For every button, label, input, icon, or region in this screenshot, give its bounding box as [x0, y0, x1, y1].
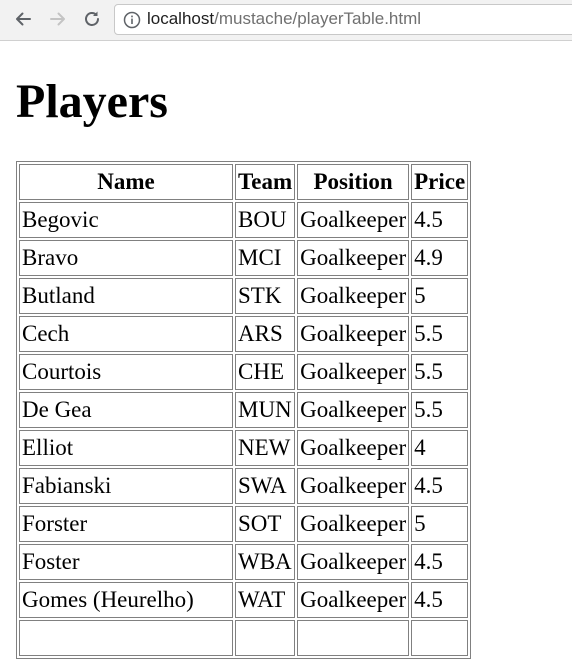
- url-text[interactable]: localhost/mustache/playerTable.html: [147, 9, 421, 29]
- table-row: Foster WBA Goalkeeper 4.5: [19, 544, 469, 580]
- arrow-right-icon: [50, 12, 65, 26]
- cell-name: De Gea: [19, 392, 233, 428]
- cell-position: Goalkeeper: [297, 392, 410, 428]
- column-header-price: Price: [411, 164, 469, 200]
- table-row: Butland STK Goalkeeper 5: [19, 278, 469, 314]
- cell-price: 4.9: [411, 240, 469, 276]
- info-icon[interactable]: [123, 11, 141, 29]
- column-header-position: Position: [297, 164, 410, 200]
- cell-price: [411, 620, 469, 656]
- cell-team: WAT: [235, 582, 296, 618]
- cell-name: Foster: [19, 544, 233, 580]
- url-host: localhost: [147, 9, 215, 28]
- cell-price: 5: [411, 278, 469, 314]
- cell-position: Goalkeeper: [297, 468, 410, 504]
- cell-position: Goalkeeper: [297, 278, 410, 314]
- cell-team: NEW: [235, 430, 296, 466]
- cell-price: 5: [411, 506, 469, 542]
- column-header-name: Name: [19, 164, 233, 200]
- cell-position: Goalkeeper: [297, 316, 410, 352]
- cell-price: 5.5: [411, 316, 469, 352]
- cell-position: [297, 620, 410, 656]
- table-header-row: Name Team Position Price: [19, 164, 469, 200]
- arrow-left-icon: [16, 12, 31, 26]
- cell-position: Goalkeeper: [297, 240, 410, 276]
- table-row: [19, 620, 469, 656]
- cell-price: 4: [411, 430, 469, 466]
- table-row: Begovic BOU Goalkeeper 4.5: [19, 202, 469, 238]
- cell-team: WBA: [235, 544, 296, 580]
- table-row: Bravo MCI Goalkeeper 4.9: [19, 240, 469, 276]
- cell-team: SWA: [235, 468, 296, 504]
- cell-name: Bravo: [19, 240, 233, 276]
- table-row: Forster SOT Goalkeeper 5: [19, 506, 469, 542]
- cell-position: Goalkeeper: [297, 506, 410, 542]
- cell-team: [235, 620, 296, 656]
- reload-button[interactable]: [79, 6, 105, 32]
- cell-name: Begovic: [19, 202, 233, 238]
- cell-name: Courtois: [19, 354, 233, 390]
- cell-name: Forster: [19, 506, 233, 542]
- table-row: Cech ARS Goalkeeper 5.5: [19, 316, 469, 352]
- players-table: Name Team Position Price Begovic BOU Goa…: [16, 161, 472, 659]
- cell-name: [19, 620, 233, 656]
- cell-position: Goalkeeper: [297, 582, 410, 618]
- back-button[interactable]: [10, 6, 36, 32]
- cell-price: 4.5: [411, 468, 469, 504]
- cell-price: 5.5: [411, 354, 469, 390]
- cell-position: Goalkeeper: [297, 202, 410, 238]
- cell-position: Goalkeeper: [297, 544, 410, 580]
- cell-name: Butland: [19, 278, 233, 314]
- cell-price: 5.5: [411, 392, 469, 428]
- reload-icon: [85, 11, 99, 26]
- cell-team: BOU: [235, 202, 296, 238]
- cell-team: MUN: [235, 392, 296, 428]
- page-title: Players: [16, 75, 168, 128]
- cell-price: 4.5: [411, 544, 469, 580]
- table-row: Courtois CHE Goalkeeper 5.5: [19, 354, 469, 390]
- table-row: Fabianski SWA Goalkeeper 4.5: [19, 468, 469, 504]
- cell-team: STK: [235, 278, 296, 314]
- table-row: Gomes (Heurelho) WAT Goalkeeper 4.5: [19, 582, 469, 618]
- url-path: /mustache/playerTable.html: [214, 9, 422, 28]
- cell-team: ARS: [235, 316, 296, 352]
- cell-team: SOT: [235, 506, 296, 542]
- address-bar[interactable]: localhost/mustache/playerTable.html: [114, 4, 572, 35]
- cell-name: Cech: [19, 316, 233, 352]
- table-row: De Gea MUN Goalkeeper 5.5: [19, 392, 469, 428]
- cell-position: Goalkeeper: [297, 354, 410, 390]
- cell-name: Gomes (Heurelho): [19, 582, 233, 618]
- forward-button[interactable]: [45, 6, 71, 32]
- cell-team: CHE: [235, 354, 296, 390]
- cell-price: 4.5: [411, 202, 469, 238]
- cell-position: Goalkeeper: [297, 430, 410, 466]
- browser-toolbar: localhost/mustache/playerTable.html: [0, 0, 572, 41]
- cell-name: Fabianski: [19, 468, 233, 504]
- cell-team: MCI: [235, 240, 296, 276]
- cell-name: Elliot: [19, 430, 233, 466]
- column-header-team: Team: [235, 164, 296, 200]
- table-row: Elliot NEW Goalkeeper 4: [19, 430, 469, 466]
- cell-price: 4.5: [411, 582, 469, 618]
